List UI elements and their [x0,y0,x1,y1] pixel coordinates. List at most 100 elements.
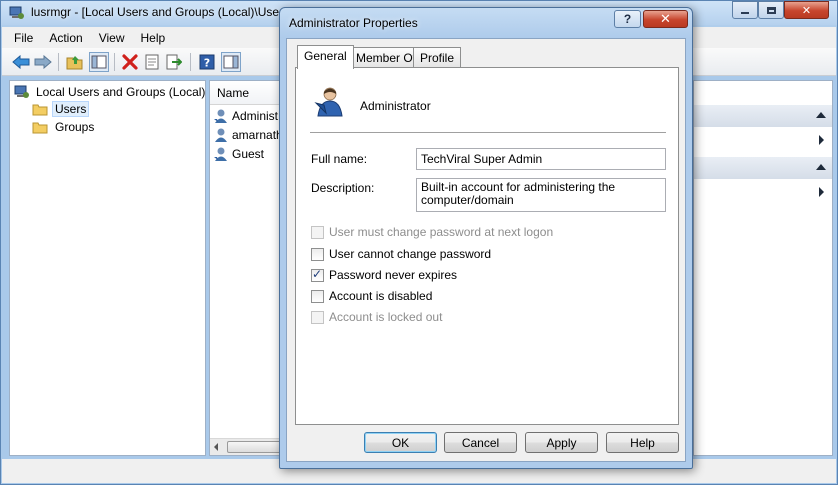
toolbar-separator [114,53,115,71]
checkbox-label: Account is locked out [329,310,443,324]
list-item-label: Administ [232,109,279,123]
user-account-icon [314,85,346,117]
description-label: Description: [311,181,375,195]
full-name-input[interactable] [416,148,666,170]
scrollbar-thumb[interactable] [227,441,287,453]
folder-icon [32,104,48,115]
properties-button[interactable] [142,52,162,72]
menu-help[interactable]: Help [135,31,172,45]
dialog-body: General Member Of Profile Administrator … [286,38,686,462]
actions-section-header[interactable] [694,105,832,127]
actions-section-header[interactable] [694,157,832,179]
show-hide-action-pane-icon [223,55,239,69]
must-change-password-checkbox[interactable]: ✓ [311,225,324,239]
minimize-button[interactable] [732,1,758,19]
tree-root-label: Local Users and Groups (Local) [36,85,206,99]
account-locked-out-checkbox[interactable]: ✓ [311,310,324,324]
checkmark-icon: ✓ [312,266,323,281]
more-actions-icon[interactable] [819,135,824,145]
users-groups-icon [14,85,29,98]
checkbox-label: Account is disabled [329,289,433,303]
password-never-expires-checkbox-row[interactable]: ✓ Password never expires [311,267,457,283]
checkbox-label: User cannot change password [329,247,492,261]
help-toolbar-button[interactable]: ? [197,52,217,72]
question-mark-icon: ? [623,12,632,26]
console-tree: Local Users and Groups (Local) Users Gro… [9,80,206,456]
show-hide-tree-icon [91,55,107,69]
tab-profile[interactable]: Profile [413,47,462,68]
back-arrow-icon [12,55,30,69]
back-button[interactable] [11,52,31,72]
general-tab-panel: Administrator Full name: Description: Bu… [295,67,679,425]
scroll-left-icon [214,443,218,451]
tab-general[interactable]: General [297,45,354,69]
full-name-label: Full name: [311,152,368,166]
tree-item-groups[interactable]: Groups [32,118,97,136]
description-input[interactable]: Built-in account for administering the c… [416,178,666,212]
dialog-title: Administrator Properties [289,16,418,30]
ok-button[interactable]: OK [364,432,437,453]
account-disabled-checkbox-row[interactable]: ✓ Account is disabled [311,288,432,304]
menu-action[interactable]: Action [43,31,88,45]
cannot-change-password-checkbox-row[interactable]: ✓ User cannot change password [311,246,491,262]
password-never-expires-checkbox[interactable]: ✓ [311,266,324,282]
delete-icon [122,54,138,70]
cannot-change-password-checkbox[interactable]: ✓ [311,247,324,261]
delete-button[interactable] [120,52,140,72]
menu-file[interactable]: File [8,31,39,45]
actions-pane [693,80,833,456]
toolbar-separator [58,53,59,71]
apply-button[interactable]: Apply [525,432,598,453]
must-change-password-checkbox-row[interactable]: ✓ User must change password at next logo… [311,224,553,240]
account-locked-out-checkbox-row[interactable]: ✓ Account is locked out [311,309,442,325]
more-actions-icon[interactable] [819,187,824,197]
user-list: Name Administ amarnath Guest [209,80,289,456]
account-disabled-checkbox[interactable]: ✓ [311,289,324,303]
list-item[interactable]: Administ [213,107,278,125]
forward-button[interactable] [33,52,53,72]
list-item[interactable]: amarnath [213,126,283,144]
tree-item-users[interactable]: Users [32,100,90,118]
close-icon: ✕ [660,11,671,26]
list-item[interactable]: Guest [213,145,264,163]
list-item-label: Guest [232,147,265,161]
cancel-button[interactable]: Cancel [444,432,517,453]
up-one-level-button[interactable] [65,52,85,72]
user-name-label: Administrator [360,99,431,113]
user-icon [214,109,227,123]
close-icon: ✕ [801,4,812,17]
tree-root[interactable]: Local Users and Groups (Local) [14,83,208,101]
show-hide-action-pane-button[interactable] [221,52,241,72]
column-header-name[interactable]: Name [210,81,288,105]
properties-icon [145,54,159,70]
show-hide-console-tree-button[interactable] [89,52,109,72]
list-item-label: amarnath [232,128,283,142]
tree-item-label: Groups [55,120,95,134]
tree-item-label: Users [52,101,90,117]
horizontal-scrollbar[interactable] [210,438,288,455]
checkbox-label: User must change password at next logon [329,225,554,239]
export-icon [166,54,182,70]
svg-text:?: ? [204,57,210,70]
user-icon [215,128,227,142]
folder-icon [32,122,48,133]
checkbox-label: Password never expires [329,268,458,282]
maximize-button[interactable] [758,1,784,19]
forward-arrow-icon [34,55,52,69]
dialog-close-button[interactable]: ✕ [643,10,688,28]
menu-view[interactable]: View [93,31,131,45]
collapse-icon [816,164,826,170]
user-icon [214,147,227,161]
main-close-button[interactable]: ✕ [784,1,829,19]
help-icon: ? [199,54,215,70]
computer-management-icon [9,6,25,20]
help-button[interactable]: Help [606,432,679,453]
collapse-icon [816,112,826,118]
tab-member-of[interactable]: Member Of [349,47,424,68]
main-window-title: lusrmgr - [Local Users and Groups (Local… [31,5,293,19]
administrator-properties-dialog: Administrator Properties ? ✕ General Mem… [279,7,693,469]
maximize-icon [766,6,776,14]
export-list-button[interactable] [164,52,184,72]
minimize-icon [741,11,749,14]
dialog-help-button[interactable]: ? [614,10,641,28]
